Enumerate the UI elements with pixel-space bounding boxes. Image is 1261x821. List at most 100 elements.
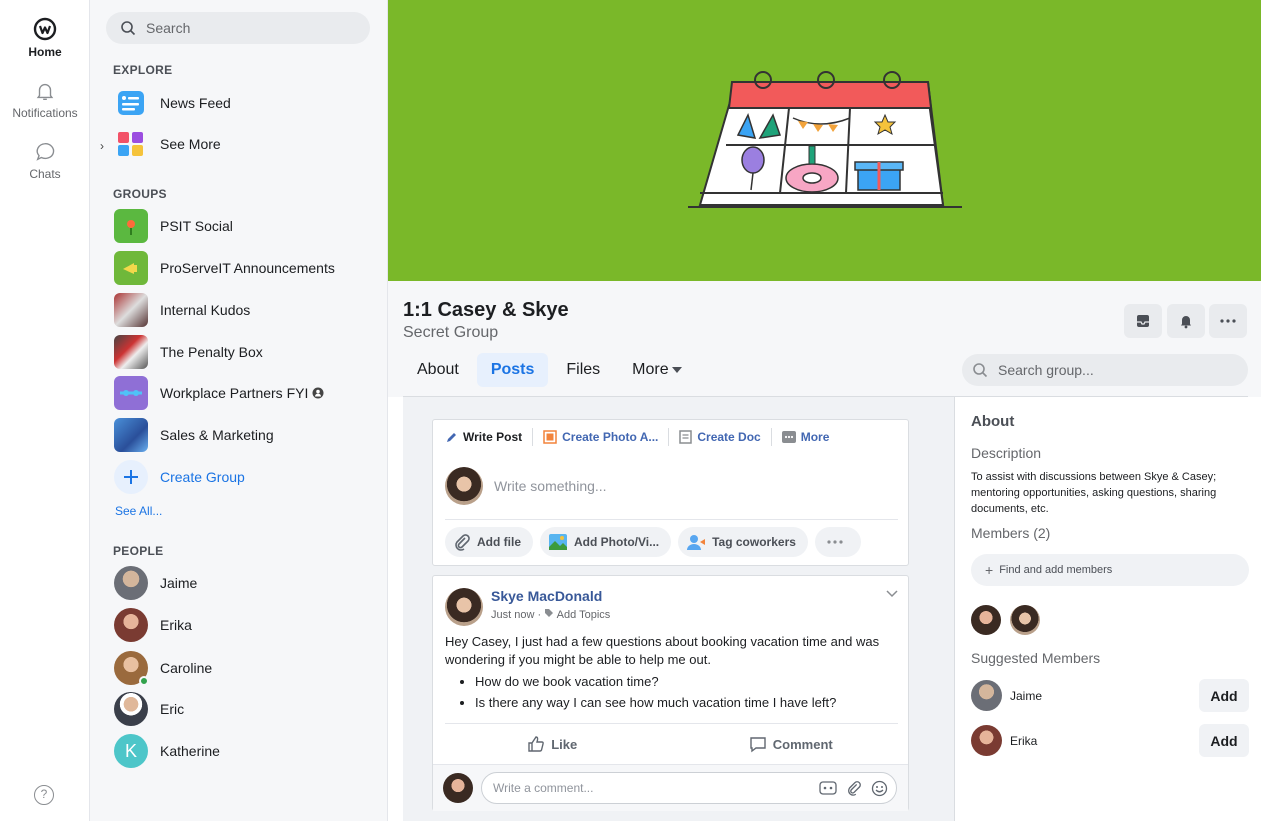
bot-icon[interactable]: [819, 780, 837, 796]
sidebar-group-sales-marketing[interactable]: Sales & Marketing: [114, 417, 274, 453]
suggested-member-name[interactable]: Erika: [1010, 734, 1199, 748]
member-avatar[interactable]: [1010, 605, 1040, 635]
document-icon: [679, 430, 693, 444]
sidebar-item-news-feed[interactable]: News Feed: [114, 85, 231, 121]
sidebar-group-the-penalty-box[interactable]: The Penalty Box: [114, 334, 263, 370]
sidebar-item-label: Sales & Marketing: [160, 427, 274, 443]
members-label[interactable]: Members (2): [971, 525, 1050, 541]
sidebar-group-psit-social[interactable]: PSIT Social: [114, 208, 233, 244]
feed: Write Post Create Photo A... Create Doc …: [403, 397, 954, 821]
sidebar-group-proserveit-announcements[interactable]: ProServeIT Announcements: [114, 250, 335, 286]
composer-input-row[interactable]: Write something...: [445, 467, 607, 505]
sidebar-group-internal-kudos[interactable]: Internal Kudos: [114, 292, 250, 328]
more-composer-options-button[interactable]: [814, 527, 861, 557]
post-meta: Just now · Add Topics: [491, 609, 611, 621]
sidebar-person-caroline[interactable]: Caroline: [114, 650, 212, 686]
sidebar-item-label: The Penalty Box: [160, 344, 263, 360]
tab-posts[interactable]: Posts: [476, 353, 549, 387]
chevron-right-icon[interactable]: ›: [100, 139, 104, 153]
rail-home[interactable]: Home: [0, 17, 90, 59]
people-title: PEOPLE: [113, 544, 164, 558]
rail-chats-label: Chats: [29, 167, 61, 181]
sidebar-person-eric[interactable]: Eric: [114, 691, 184, 727]
cover-photo: [388, 0, 1261, 281]
caret-down-icon: [671, 367, 682, 373]
create-group-button[interactable]: Create Group: [114, 459, 245, 495]
group-search-input[interactable]: Search group...: [962, 354, 1248, 386]
add-member-button[interactable]: Add: [1199, 724, 1249, 757]
inbox-button[interactable]: [1124, 304, 1162, 338]
like-button[interactable]: Like: [433, 731, 672, 757]
person-name: Caroline: [160, 660, 213, 676]
paperclip-icon[interactable]: [845, 780, 863, 796]
calendar-illustration-icon: [688, 71, 962, 208]
add-file-button[interactable]: Add file: [445, 527, 533, 557]
search-icon: [121, 21, 136, 36]
more-options-button[interactable]: [1209, 304, 1247, 338]
suggested-member-row: Erika Add: [971, 724, 1249, 757]
tab-more[interactable]: More: [618, 353, 695, 387]
main-content: 1:1 Casey & Skye Secret Group About Post…: [388, 0, 1261, 821]
tab-files[interactable]: Files: [552, 353, 614, 387]
comment-button[interactable]: Comment: [672, 731, 911, 757]
avatar[interactable]: [971, 725, 1002, 756]
group-title: 1:1 Casey & Skye: [403, 299, 569, 321]
sidebar-person-jaime[interactable]: Jaime: [114, 565, 197, 601]
composer-actions: Add file Add Photo/Vi... Tag coworkers: [445, 527, 868, 557]
add-member-button[interactable]: Add: [1199, 679, 1249, 712]
avatar: [445, 467, 483, 505]
rail-notifications-label: Notifications: [12, 106, 78, 120]
tab-about[interactable]: About: [403, 353, 473, 387]
help-icon[interactable]: ?: [34, 785, 54, 805]
post-text: Hey Casey, I just had a few questions ab…: [445, 634, 880, 667]
composer-tab-label: More: [800, 430, 830, 444]
sidebar-item-see-more[interactable]: See More: [114, 126, 221, 162]
notifications-button[interactable]: [1167, 304, 1205, 338]
add-photo-video-button[interactable]: Add Photo/Vi...: [540, 527, 672, 557]
ellipsis-icon: [1220, 319, 1236, 323]
create-doc-tab[interactable]: Create Doc: [679, 428, 772, 446]
search-icon: [973, 363, 988, 378]
post-time[interactable]: Just now: [491, 609, 534, 621]
create-photo-album-tab[interactable]: Create Photo A...: [543, 428, 670, 446]
rail-chats[interactable]: Chats: [0, 141, 90, 181]
about-panel: About Description To assist with discuss…: [954, 397, 1249, 821]
group-search-placeholder: Search group...: [998, 362, 1094, 378]
sidebar-search-input[interactable]: Search: [106, 12, 370, 44]
post-bullets: How do we book vacation time? Is there a…: [475, 673, 900, 712]
sidebar-item-label: ProServeIT Announcements: [160, 260, 335, 276]
person-name: Eric: [160, 701, 185, 717]
sidebar-person-erika[interactable]: Erika: [114, 607, 192, 643]
comment-composer: Write a comment...: [433, 764, 908, 811]
sidebar-person-katherine[interactable]: K Katherine: [114, 733, 220, 769]
tag-coworkers-button[interactable]: Tag coworkers: [678, 527, 808, 557]
person-name: Jaime: [160, 575, 198, 591]
bell-icon: [36, 83, 54, 100]
comment-label: Comment: [772, 736, 833, 752]
emoji-icon[interactable]: [871, 780, 888, 797]
avatar[interactable]: [971, 680, 1002, 711]
comment-icon: [750, 737, 766, 753]
see-all-link[interactable]: See All...: [115, 504, 162, 518]
group-thumbnail: [114, 376, 148, 410]
suggested-member-name[interactable]: Jaime: [1010, 689, 1199, 703]
more-tab[interactable]: More: [781, 428, 840, 446]
comment-tools: [811, 780, 888, 797]
chevron-down-icon[interactable]: [886, 590, 898, 598]
sidebar-group-workplace-partners-fyi[interactable]: Workplace Partners FYI: [114, 375, 324, 411]
rail-notifications[interactable]: Notifications: [0, 80, 90, 120]
bell-icon: [1181, 316, 1191, 329]
member-avatar[interactable]: [971, 605, 1001, 635]
avatar: K: [114, 734, 148, 768]
sidebar-search-placeholder: Search: [146, 20, 191, 36]
divider: [445, 723, 898, 724]
divider: [445, 519, 898, 520]
find-members-button[interactable]: + Find and add members: [971, 554, 1249, 586]
write-post-tab[interactable]: Write Post: [445, 428, 534, 446]
group-thumbnail: [114, 251, 148, 285]
add-topics-link[interactable]: Add Topics: [557, 609, 611, 621]
group-description: To assist with discussions between Skye …: [971, 471, 1217, 515]
avatar: [443, 773, 473, 803]
avatar[interactable]: [445, 588, 483, 626]
post-author[interactable]: Skye MacDonald: [491, 588, 610, 604]
